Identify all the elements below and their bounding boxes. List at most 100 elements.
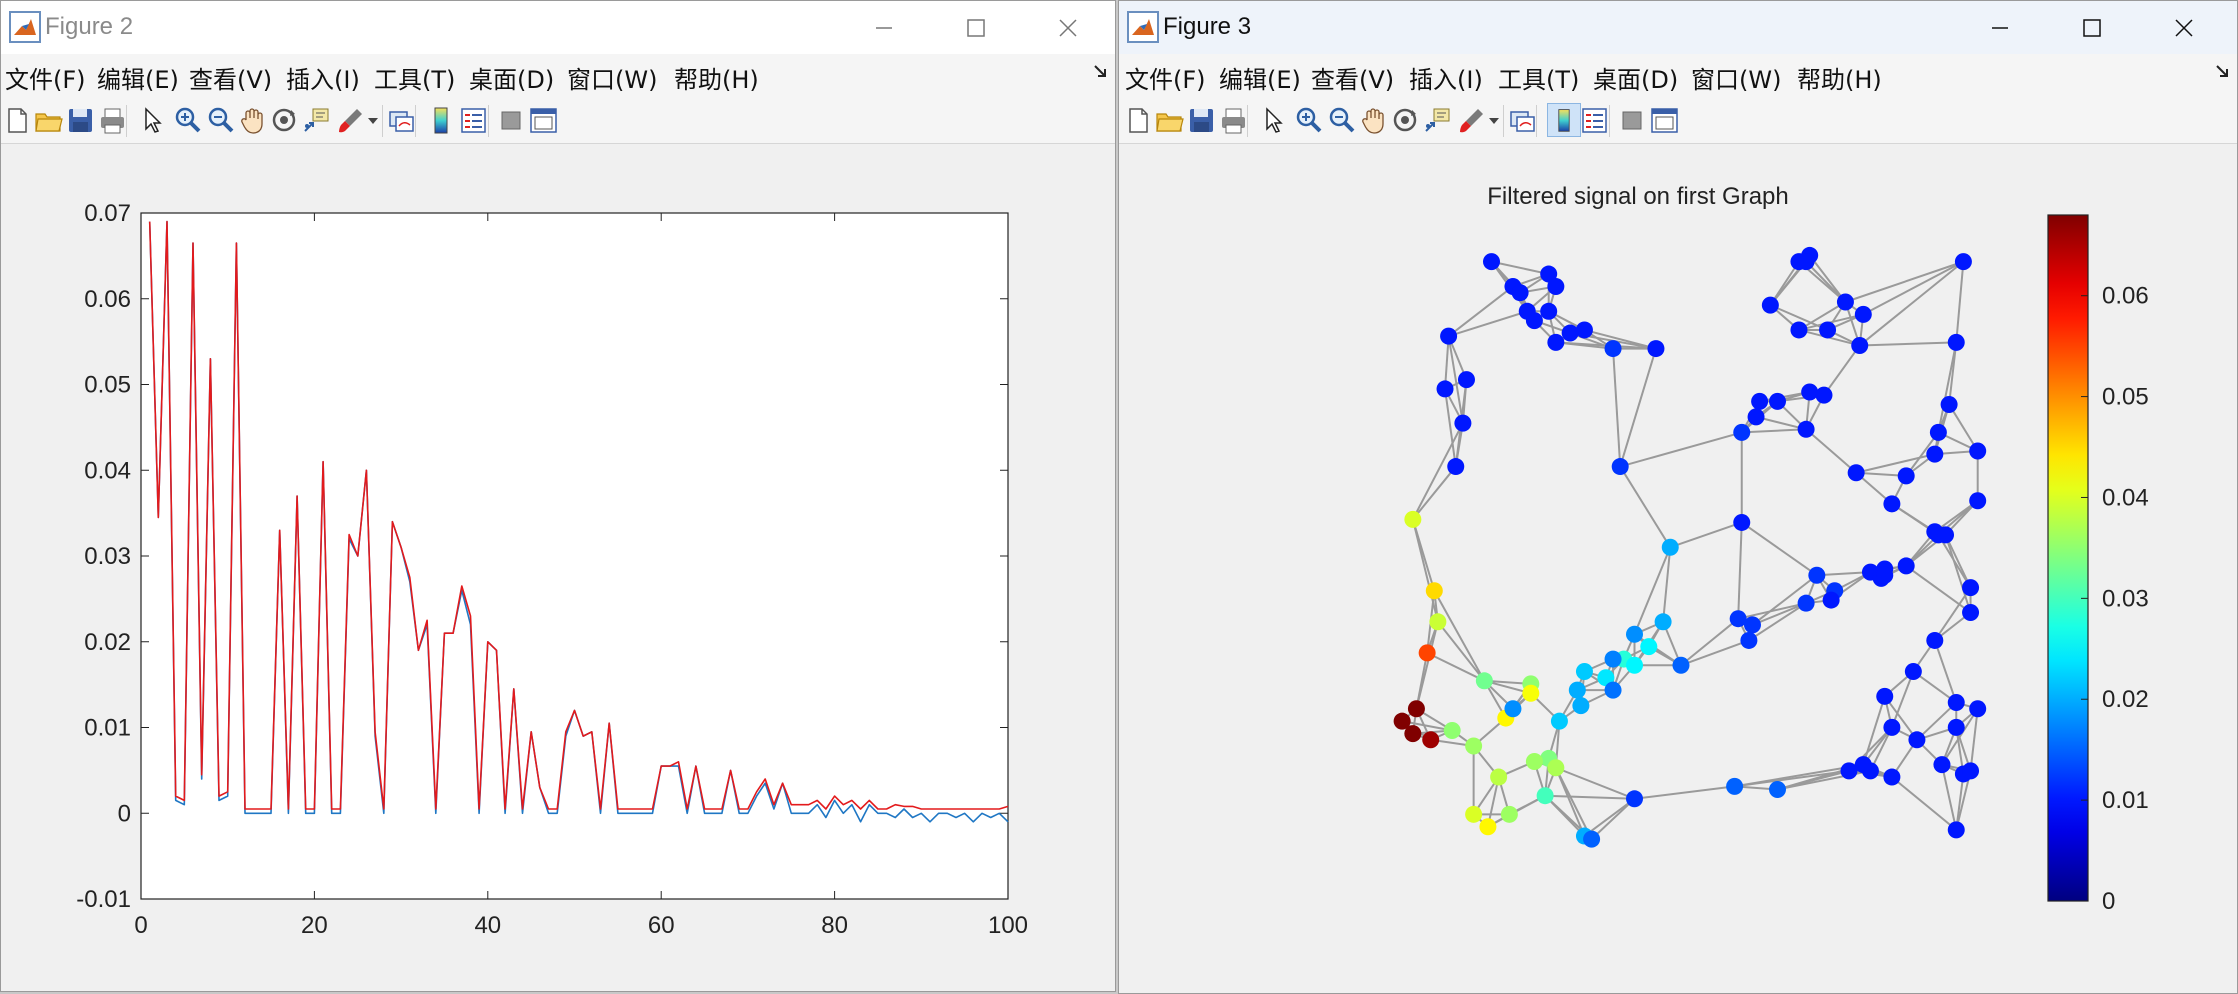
graph-node[interactable]: [1926, 445, 1944, 463]
hide-plot-tools-tool[interactable]: [1617, 105, 1647, 135]
graph-node[interactable]: [1947, 821, 1965, 839]
graph-node[interactable]: [1561, 324, 1579, 342]
graph-node[interactable]: [1550, 712, 1568, 730]
graph-node[interactable]: [1454, 414, 1472, 432]
graph-node[interactable]: [1447, 458, 1465, 476]
zoom-in-tool[interactable]: [1293, 105, 1323, 135]
graph-node[interactable]: [1475, 672, 1493, 690]
insert-legend-tool[interactable]: [1579, 105, 1609, 135]
graph-node[interactable]: [1525, 312, 1543, 330]
graph-node[interactable]: [1626, 656, 1643, 674]
graph-node[interactable]: [1897, 467, 1915, 485]
graph-node[interactable]: [1769, 780, 1786, 798]
graph-node[interactable]: [1962, 579, 1980, 597]
menu-tools[interactable]: 工具(T): [374, 60, 455, 95]
title-bar[interactable]: Figure 3: [1119, 1, 2237, 54]
dock-arrow-icon[interactable]: [1093, 64, 1107, 78]
pan-hand-tool[interactable]: [237, 105, 267, 135]
graph-node[interactable]: [1511, 284, 1529, 302]
menu-view[interactable]: 查看(V): [1311, 60, 1394, 95]
graph-node[interactable]: [1883, 718, 1901, 736]
graph-node[interactable]: [1937, 526, 1955, 544]
graph-node[interactable]: [1797, 253, 1815, 271]
graph-node[interactable]: [1568, 681, 1586, 699]
zoom-out-tool[interactable]: [205, 105, 235, 135]
graph-node[interactable]: [1726, 777, 1744, 795]
graph-node[interactable]: [1479, 818, 1497, 836]
menu-file[interactable]: 文件(F): [1125, 60, 1206, 95]
menu-desktop[interactable]: 桌面(D): [469, 60, 554, 95]
graph-node[interactable]: [1547, 333, 1565, 351]
graph-node[interactable]: [1604, 681, 1622, 699]
data-cursor-tool[interactable]: [1422, 105, 1452, 135]
graph-node[interactable]: [1540, 302, 1558, 320]
graph-node[interactable]: [1457, 371, 1475, 389]
graph-node[interactable]: [1883, 768, 1901, 786]
graph-node[interactable]: [1604, 650, 1622, 668]
graph-node[interactable]: [1443, 721, 1461, 739]
graph-node[interactable]: [1465, 737, 1483, 755]
print-tool[interactable]: [1218, 105, 1248, 135]
menu-help[interactable]: 帮助(H): [674, 60, 759, 95]
graph-node[interactable]: [1504, 700, 1522, 718]
graph-node[interactable]: [1418, 644, 1436, 662]
graph-node[interactable]: [1626, 790, 1643, 808]
graph-node[interactable]: [1647, 340, 1665, 358]
graph-node[interactable]: [1733, 423, 1751, 441]
close-button[interactable]: [1037, 1, 1099, 54]
link-plot-tool[interactable]: [1507, 105, 1537, 135]
graph-node[interactable]: [1908, 731, 1926, 749]
show-plot-tools-tool[interactable]: [528, 105, 558, 135]
graph-node[interactable]: [1933, 756, 1951, 774]
graph-node[interactable]: [1654, 613, 1672, 631]
menu-tools[interactable]: 工具(T): [1498, 60, 1579, 95]
graph-node[interactable]: [1404, 510, 1422, 528]
colorbar[interactable]: [2047, 214, 2089, 902]
graph-node[interactable]: [1422, 731, 1440, 749]
link-plot-tool[interactable]: [386, 105, 416, 135]
graph-node[interactable]: [1854, 756, 1872, 774]
graph-node[interactable]: [1947, 333, 1965, 351]
graph-node[interactable]: [1797, 420, 1815, 438]
graph-node[interactable]: [1883, 495, 1901, 513]
graph-node[interactable]: [1661, 538, 1679, 556]
graph-node[interactable]: [1407, 700, 1425, 718]
rotate-3d-tool[interactable]: [269, 105, 299, 135]
minimize-button[interactable]: [853, 1, 915, 54]
graph-node[interactable]: [1854, 305, 1872, 323]
graph-node[interactable]: [1969, 442, 1987, 460]
graph-node[interactable]: [1393, 712, 1411, 730]
maximize-button[interactable]: [945, 1, 1007, 54]
insert-colorbar-tool[interactable]: [1547, 103, 1581, 137]
graph-node[interactable]: [1575, 321, 1593, 339]
insert-colorbar-tool[interactable]: [426, 105, 456, 135]
graph-plot[interactable]: Filtered signal on first Graph 0 0.01 0.02 0…: [1119, 147, 2237, 994]
graph-node[interactable]: [1929, 423, 1947, 441]
graph-node[interactable]: [1790, 321, 1808, 339]
graph-node[interactable]: [1962, 762, 1980, 780]
graph-node[interactable]: [1819, 321, 1837, 339]
menu-file[interactable]: 文件(F): [5, 60, 86, 95]
graph-node[interactable]: [1904, 662, 1922, 680]
graph-node[interactable]: [1547, 759, 1565, 777]
graph-node[interactable]: [1769, 392, 1786, 410]
brush-dropdown-tool[interactable]: [1479, 105, 1499, 135]
graph-node[interactable]: [1751, 392, 1769, 410]
zoom-out-tool[interactable]: [1326, 105, 1356, 135]
graph-node[interactable]: [1876, 566, 1894, 584]
close-button[interactable]: [2153, 1, 2215, 54]
select-arrow-tool[interactable]: [1258, 105, 1288, 135]
menu-view[interactable]: 查看(V): [189, 60, 272, 95]
graph-node[interactable]: [1954, 253, 1972, 271]
hide-plot-tools-tool[interactable]: [496, 105, 526, 135]
graph-node[interactable]: [1465, 805, 1483, 823]
graph-node[interactable]: [1425, 582, 1443, 600]
graph-node[interactable]: [1440, 327, 1458, 345]
graph-node[interactable]: [1747, 408, 1765, 426]
minimize-button[interactable]: [1969, 1, 2031, 54]
open-folder-tool[interactable]: [33, 105, 63, 135]
zoom-in-tool[interactable]: [172, 105, 202, 135]
graph-node[interactable]: [1801, 383, 1819, 401]
graph-node[interactable]: [1947, 718, 1965, 736]
dock-arrow-icon[interactable]: [2215, 64, 2229, 78]
